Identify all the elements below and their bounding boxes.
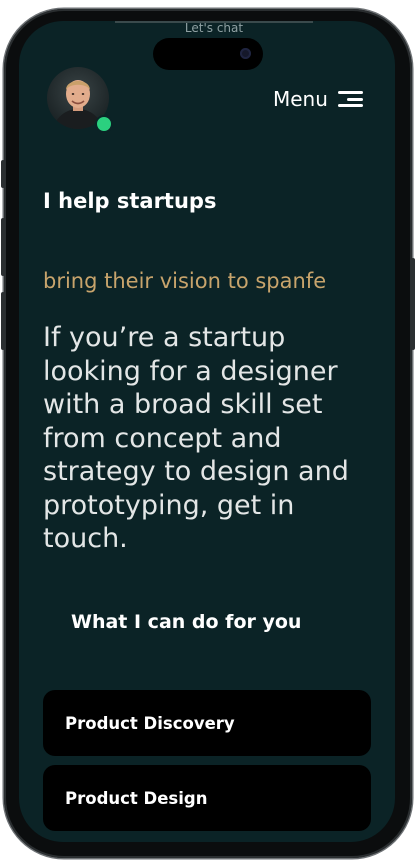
menu-label: Menu <box>273 87 328 111</box>
dynamic-island <box>153 38 263 70</box>
hero-rotating-text: bring their vision to spanfe <box>43 269 327 293</box>
hamburger-icon <box>337 91 363 107</box>
lets-chat-tab[interactable]: Let's chat <box>115 21 313 32</box>
phone-screen: Let's chat Menu I help startups bring th… <box>19 21 395 842</box>
menu-button[interactable]: Menu <box>273 85 365 113</box>
side-button-left-3 <box>1 292 5 350</box>
side-button-left-1 <box>1 160 5 188</box>
service-card-label: Product Design <box>65 788 208 808</box>
online-status-dot <box>95 115 113 133</box>
service-card-label: Product Discovery <box>65 713 235 733</box>
front-camera <box>240 48 251 59</box>
service-card-product-design[interactable]: Product Design <box>43 765 371 831</box>
services-title: What I can do for you <box>71 611 302 633</box>
service-card-product-discovery[interactable]: Product Discovery <box>43 690 371 756</box>
hero-headline: I help startups <box>43 189 217 213</box>
hero-intro: If you’re a startup looking for a design… <box>43 322 349 554</box>
side-button-left-2 <box>1 218 5 276</box>
side-button-right <box>411 258 415 350</box>
